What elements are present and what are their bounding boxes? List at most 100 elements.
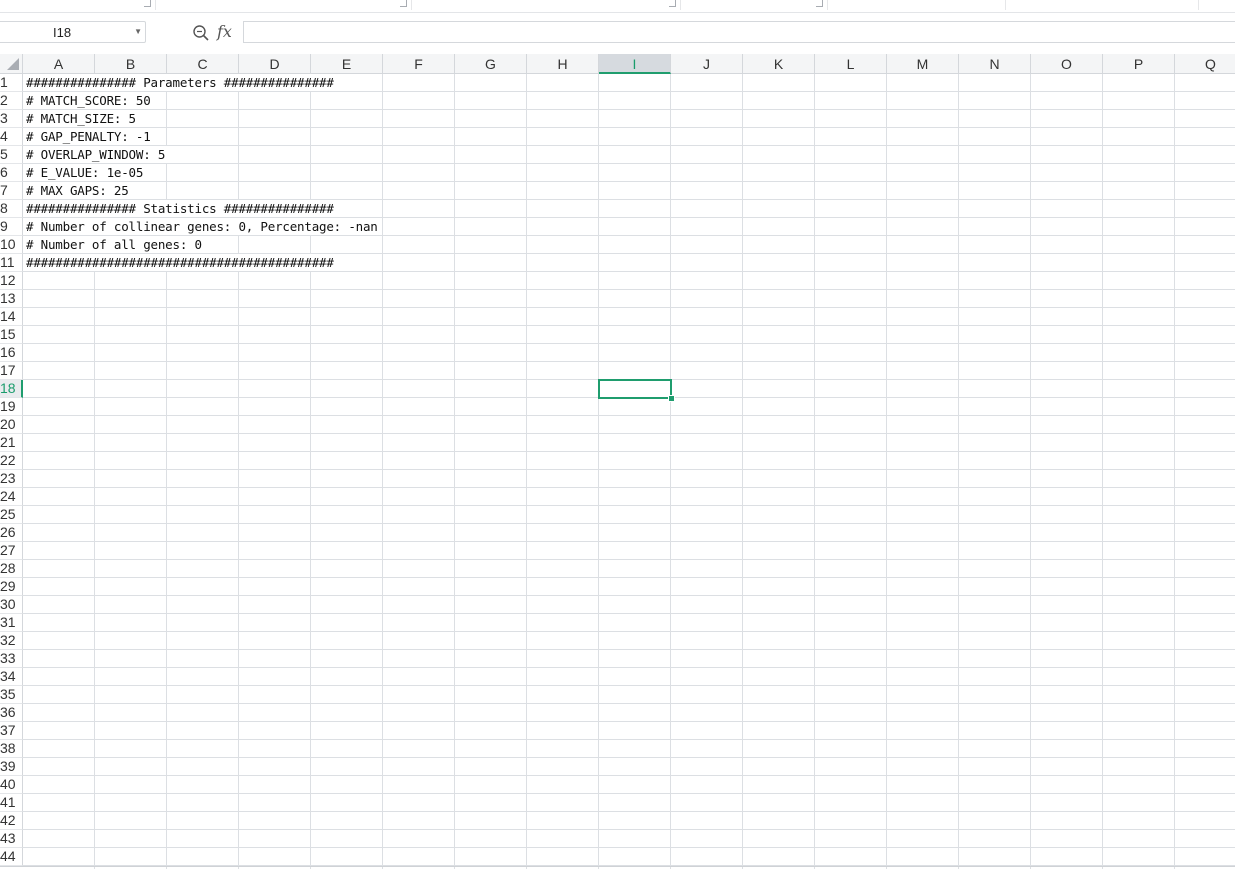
row-header[interactable]: 22	[0, 452, 23, 470]
column-header[interactable]: J	[671, 54, 743, 74]
row-header[interactable]: 28	[0, 560, 23, 578]
cell-a10[interactable]: # Number of all genes: 0	[26, 236, 202, 254]
ribbon-group-launcher[interactable]	[144, 0, 151, 7]
grid-row-line	[23, 181, 1235, 182]
column-header[interactable]: P	[1103, 54, 1175, 74]
grid-column-line	[166, 74, 167, 869]
zoom-icon[interactable]	[192, 24, 210, 42]
row-header[interactable]: 39	[0, 758, 23, 776]
cell-a1[interactable]: ############### Parameters #############…	[26, 74, 334, 92]
row-header[interactable]: 23	[0, 470, 23, 488]
row-header[interactable]: 41	[0, 794, 23, 812]
select-all-corner[interactable]	[0, 54, 23, 74]
row-header[interactable]: 26	[0, 524, 23, 542]
cell-a5[interactable]: # OVERLAP_WINDOW: 5	[26, 146, 165, 164]
cell-a6[interactable]: # E_VALUE: 1e-05	[26, 164, 143, 182]
row-header[interactable]: 15	[0, 326, 23, 344]
row-header[interactable]: 2	[0, 92, 23, 110]
row-header[interactable]: 42	[0, 812, 23, 830]
row-header[interactable]: 29	[0, 578, 23, 596]
row-header[interactable]: 24	[0, 488, 23, 506]
row-header[interactable]: 11	[0, 254, 23, 272]
ribbon-group-launcher[interactable]	[669, 0, 676, 7]
cell-a9[interactable]: # Number of collinear genes: 0, Percenta…	[26, 218, 378, 236]
column-header[interactable]: C	[167, 54, 239, 74]
row-header[interactable]: 19	[0, 398, 23, 416]
row-header[interactable]: 40	[0, 776, 23, 794]
column-header[interactable]: B	[95, 54, 167, 74]
row-header[interactable]: 30	[0, 596, 23, 614]
row-header[interactable]: 31	[0, 614, 23, 632]
ribbon-group-launcher[interactable]	[400, 0, 407, 7]
row-header[interactable]: 13	[0, 290, 23, 308]
row-header[interactable]: 1	[0, 74, 23, 92]
cell-a8[interactable]: ############### Statistics #############…	[26, 200, 334, 218]
row-header[interactable]: 21	[0, 434, 23, 452]
grid-column-line	[526, 74, 527, 869]
cell-a11[interactable]: ########################################…	[26, 254, 334, 272]
grid-row-line	[23, 721, 1235, 722]
column-header[interactable]: K	[743, 54, 815, 74]
row-header[interactable]: 34	[0, 668, 23, 686]
row-header[interactable]: 37	[0, 722, 23, 740]
column-header[interactable]: Q	[1175, 54, 1235, 74]
grid-column-line	[886, 74, 887, 869]
formula-input[interactable]	[243, 21, 1235, 43]
cell-a2[interactable]: # MATCH_SCORE: 50	[26, 92, 151, 110]
column-header[interactable]: A	[23, 54, 95, 74]
column-header[interactable]: L	[815, 54, 887, 74]
grid-row-line	[23, 649, 1235, 650]
row-header[interactable]: 9	[0, 218, 23, 236]
row-header[interactable]: 5	[0, 146, 23, 164]
row-header[interactable]: 32	[0, 632, 23, 650]
fill-handle[interactable]	[668, 395, 675, 402]
ribbon-separator	[1198, 0, 1199, 10]
row-header[interactable]: 8	[0, 200, 23, 218]
sheet-bottom-border	[0, 866, 1235, 867]
row-header[interactable]: 35	[0, 686, 23, 704]
row-header[interactable]: 6	[0, 164, 23, 182]
column-header[interactable]: G	[455, 54, 527, 74]
column-header[interactable]: H	[527, 54, 599, 74]
row-header[interactable]: 3	[0, 110, 23, 128]
column-header[interactable]: M	[887, 54, 959, 74]
cell-a3[interactable]: # MATCH_SIZE: 5	[26, 110, 136, 128]
row-header[interactable]: 25	[0, 506, 23, 524]
ribbon-separator	[827, 0, 828, 10]
row-header[interactable]: 17	[0, 362, 23, 380]
row-header[interactable]: 20	[0, 416, 23, 434]
grid-row-line	[23, 829, 1235, 830]
fx-icon[interactable]: fx	[217, 22, 232, 41]
row-header[interactable]: 27	[0, 542, 23, 560]
row-header[interactable]: 38	[0, 740, 23, 758]
row-header[interactable]: 43	[0, 830, 23, 848]
column-header[interactable]: O	[1031, 54, 1103, 74]
row-header[interactable]: 12	[0, 272, 23, 290]
selected-cell[interactable]	[598, 379, 672, 399]
cell-a7[interactable]: # MAX GAPS: 25	[26, 182, 129, 200]
grid-row-line	[23, 433, 1235, 434]
column-header[interactable]: E	[311, 54, 383, 74]
row-header[interactable]: 44	[0, 848, 23, 866]
grid-row-line	[23, 307, 1235, 308]
grid-row-line	[23, 703, 1235, 704]
chevron-down-icon[interactable]: ▼	[134, 27, 142, 36]
row-header[interactable]: 4	[0, 128, 23, 146]
row-header[interactable]: 33	[0, 650, 23, 668]
column-header[interactable]: N	[959, 54, 1031, 74]
grid-column-line	[742, 74, 743, 869]
row-header[interactable]: 16	[0, 344, 23, 362]
cell-a4[interactable]: # GAP_PENALTY: -1	[26, 128, 151, 146]
spreadsheet-grid[interactable]: A B C D E F G H I J K L M N O P Q 1 2 3 4 5 6 7 8 9 10 11 12 13 14 15 16…	[0, 54, 1235, 869]
column-header[interactable]: I	[599, 54, 671, 74]
name-box[interactable]: I18 ▼	[0, 21, 146, 43]
row-header[interactable]: 18	[0, 380, 23, 398]
column-header[interactable]: D	[239, 54, 311, 74]
column-header[interactable]: F	[383, 54, 455, 74]
row-header[interactable]: 7	[0, 182, 23, 200]
row-header[interactable]: 10	[0, 236, 23, 254]
ribbon-group-launcher[interactable]	[816, 0, 823, 7]
grid-row-line	[23, 163, 1235, 164]
row-header[interactable]: 14	[0, 308, 23, 326]
row-header[interactable]: 36	[0, 704, 23, 722]
